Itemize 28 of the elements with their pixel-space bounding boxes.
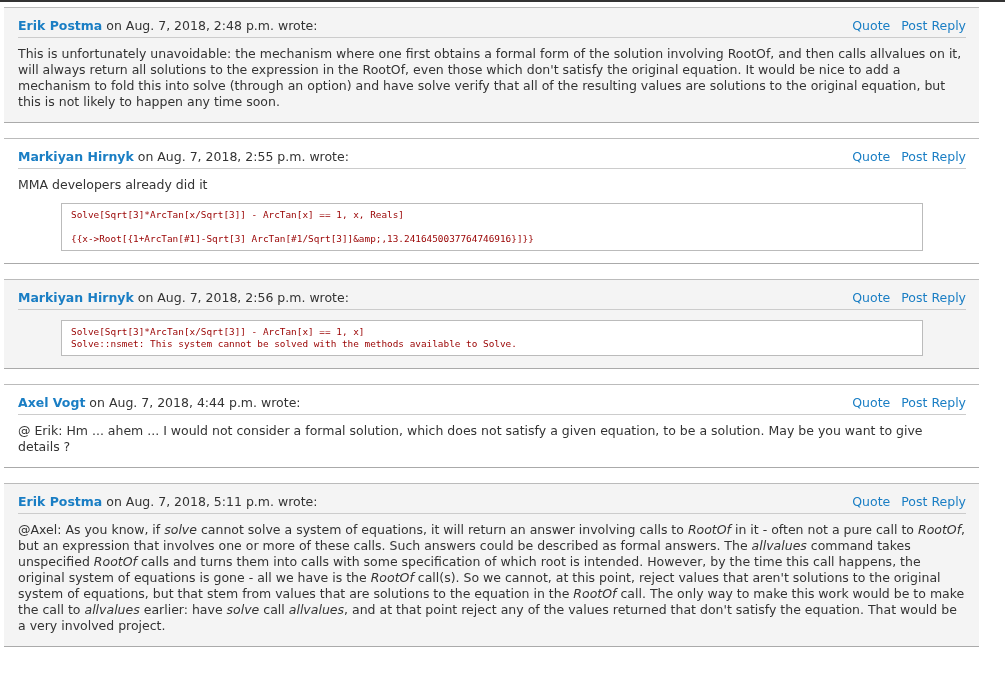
action-link[interactable]: Post Reply xyxy=(901,18,966,33)
code-line: Solve[Sqrt[3]*ArcTan[x/Sqrt[3]] - ArcTan[x] == 1, x, Reals] xyxy=(71,209,405,221)
action-link[interactable]: Quote xyxy=(852,18,891,33)
action-link[interactable]: Quote xyxy=(852,395,891,410)
code-line: Solve[Sqrt[3]*ArcTan[x/Sqrt[3]] - ArcTan[x] == 1, x] xyxy=(71,326,366,338)
post-date: on Aug. 7, 2018, 2:56 p.m. wrote: xyxy=(137,290,349,305)
action-link[interactable]: Post Reply xyxy=(901,290,966,305)
post-text: This is unfortunately unavoidable: the mechanism where one first obtains a formal form of the solution involving RootOf, and then calls allvalues on it, will always return all solutions to the expression in the RootOf, even those which don't satisfy the original equation. It would be nice to add a mechanism to fold this into solve (through an option) and have solve verify that all of the resulting values are solutions to the original equation, but this is not likely to happen any time soon. xyxy=(18,46,963,110)
author-name[interactable]: Axel Vogt xyxy=(18,395,86,410)
post-date: on Aug. 7, 2018, 5:11 p.m. wrote: xyxy=(106,494,318,509)
action-link[interactable]: Post Reply xyxy=(901,395,966,410)
action-link[interactable]: Quote xyxy=(852,149,891,164)
post-date: on Aug. 7, 2018, 4:44 p.m. wrote: xyxy=(89,395,301,410)
action-link[interactable]: Quote xyxy=(852,290,891,305)
action-link[interactable]: Quote xyxy=(852,494,891,509)
code-line: Solve::nsmet: This system cannot be solved with the methods available to Solve. xyxy=(71,338,518,350)
action-link[interactable]: Post Reply xyxy=(901,494,966,509)
post-text: @Axel: As you know, if solve cannot solve a system of equations, it will return an answer involving calls to RootOf in it - often not a pure call to RootOf, but an expression that involves one or more of these calls. Such answers could be described as formal answers. The allvalues command takes unspecified RootOf calls and turns them into calls with some specification of which root is intended. However, by the time this call happens, the original system of equations is gone - all we have is the RootOf call(s). So we cannot, at this point, reject values that aren't solutions to the original system of equations, but that stem from values that are solutions to the equation in the RootOf call. The only way to make this work would be to make the call to allvalues earlier: have solve call allvalues, and at that point reject any of the values returned that don't satisfy the equation. That would be a very involved project. xyxy=(18,522,966,634)
author-name[interactable]: Erik Postma xyxy=(18,494,103,509)
post-text: MMA developers already did it xyxy=(18,177,209,193)
code-line: {{x->Root[{1+ArcTan[#1]-Sqrt[3] ArcTan[#1/Sqrt[3]]&amp;,13.2416450037764746916}]}} xyxy=(71,233,535,245)
post-text: @ Erik: Hm ... ahem ... I would not consider a formal solution, which does not satisfy a given equation, to be a solution. May be you want to give details ? xyxy=(18,423,924,455)
author-name[interactable]: Erik Postma xyxy=(18,18,103,33)
post-date: on Aug. 7, 2018, 2:55 p.m. wrote: xyxy=(137,149,349,164)
author-name[interactable]: Markiyan Hirnyk xyxy=(18,149,134,164)
author-name[interactable]: Markiyan Hirnyk xyxy=(18,290,134,305)
action-link[interactable]: Post Reply xyxy=(901,149,966,164)
post-date: on Aug. 7, 2018, 2:48 p.m. wrote: xyxy=(106,18,318,33)
